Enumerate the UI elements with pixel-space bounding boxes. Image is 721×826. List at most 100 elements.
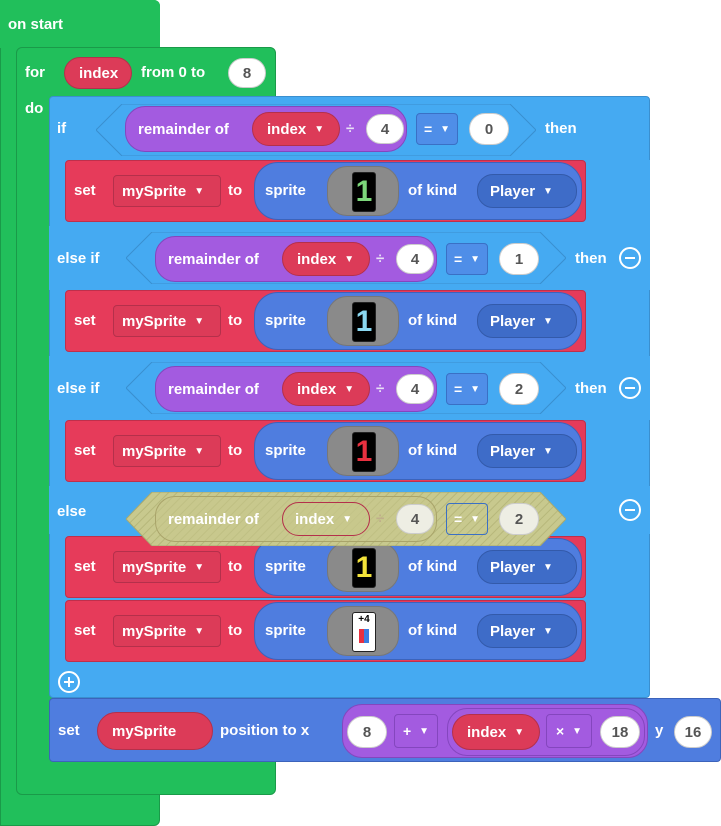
chevron-down-icon: ▼ xyxy=(419,725,430,737)
divide-symbol: ÷ xyxy=(376,380,385,397)
chevron-down-icon: ▼ xyxy=(194,561,205,573)
plus-text: + xyxy=(402,723,412,739)
compare-input-0[interactable]: 0 xyxy=(469,113,509,145)
chevron-down-icon: ▼ xyxy=(543,625,553,637)
else-if-index-1[interactable]: index ▼ xyxy=(282,242,370,276)
sprite-label: sprite xyxy=(265,622,306,639)
chevron-down-icon: ▼ xyxy=(514,726,525,738)
else-index-disabled: index ▼ xyxy=(282,502,370,536)
chevron-down-icon: ▼ xyxy=(194,185,205,197)
kind-text: Player xyxy=(490,558,536,576)
chevron-down-icon: ▼ xyxy=(543,445,553,457)
do-label: do xyxy=(25,100,44,117)
set-label: set xyxy=(74,312,96,329)
else-if-label-1: else if xyxy=(57,250,100,267)
else-if-index-2[interactable]: index ▼ xyxy=(282,372,370,406)
kind-dropdown[interactable]: Player ▼ xyxy=(477,550,577,584)
equals-dropdown[interactable]: = ▼ xyxy=(416,113,458,145)
chevron-down-icon: ▼ xyxy=(543,185,553,197)
uno-card-icon: 1 xyxy=(352,172,376,212)
divide-symbol: ÷ xyxy=(376,250,385,267)
kind-dropdown[interactable]: Player ▼ xyxy=(477,434,577,468)
chevron-down-icon: ▼ xyxy=(572,725,583,737)
position-index-var[interactable]: index ▼ xyxy=(452,714,540,750)
index-text: index xyxy=(297,380,337,398)
if-index-var[interactable]: index ▼ xyxy=(252,112,340,146)
kind-dropdown[interactable]: Player ▼ xyxy=(477,304,577,338)
position-var[interactable]: mySprite xyxy=(97,712,213,750)
sprite-var-dropdown[interactable]: mySprite ▼ xyxy=(113,175,221,207)
index-text: index xyxy=(297,250,337,268)
kind-dropdown[interactable]: Player ▼ xyxy=(477,174,577,208)
sprite-var-dropdown[interactable]: mySprite ▼ xyxy=(113,305,221,337)
x-base-input[interactable]: 8 xyxy=(347,716,387,748)
divisor-input[interactable]: 4 xyxy=(396,374,434,404)
card-label: 1 xyxy=(355,175,373,208)
sprite-var-dropdown[interactable]: mySprite ▼ xyxy=(113,551,221,583)
chevron-down-icon: ▼ xyxy=(194,315,205,327)
for-index-var[interactable]: index xyxy=(64,57,132,89)
uno-card-icon: 1 xyxy=(352,548,376,588)
sprite-var-dropdown[interactable]: mySprite ▼ xyxy=(113,435,221,467)
y-label: y xyxy=(655,722,664,739)
sprite-label: sprite xyxy=(265,182,306,199)
sprite-label: sprite xyxy=(265,312,306,329)
equals-dropdown[interactable]: = ▼ xyxy=(446,373,488,405)
y-input[interactable]: 16 xyxy=(674,716,712,748)
chevron-down-icon: ▼ xyxy=(470,253,481,265)
kind-text: Player xyxy=(490,312,536,330)
remove-branch-icon[interactable] xyxy=(619,247,641,269)
equals-text: = xyxy=(423,121,433,137)
kind-text: Player xyxy=(490,182,536,200)
equals-text: = xyxy=(453,511,463,527)
for-index-text: index xyxy=(79,64,119,82)
chevron-down-icon: ▼ xyxy=(470,383,481,395)
kind-dropdown[interactable]: Player ▼ xyxy=(477,614,577,648)
compare-input-2[interactable]: 2 xyxy=(499,373,539,405)
position-to-label: position to x xyxy=(220,722,310,739)
kind-text: Player xyxy=(490,622,536,640)
equals-dropdown[interactable]: = ▼ xyxy=(446,243,488,275)
compare-input-1[interactable]: 1 xyxy=(499,243,539,275)
position-var-text: mySprite xyxy=(112,722,177,740)
times-dropdown[interactable]: × ▼ xyxy=(546,714,592,748)
uno-card-icon: 1 xyxy=(352,302,376,342)
to-label: to xyxy=(228,558,243,575)
equals-text: = xyxy=(453,381,463,397)
sprite-var-dropdown[interactable]: mySprite ▼ xyxy=(113,615,221,647)
remainder-label: remainder of xyxy=(138,120,229,138)
card-label: 1 xyxy=(355,551,373,584)
to-label: to xyxy=(228,442,243,459)
divisor-input[interactable]: 4 xyxy=(366,114,404,144)
then-label: then xyxy=(575,250,607,267)
of-kind-label: of kind xyxy=(408,312,458,329)
index-text: index xyxy=(295,510,335,528)
of-kind-label: of kind xyxy=(408,622,458,639)
set-label: set xyxy=(74,558,96,575)
chevron-down-icon: ▼ xyxy=(194,445,205,457)
multiplier-input[interactable]: 18 xyxy=(600,716,640,748)
then-label: then xyxy=(545,120,577,137)
of-kind-label: of kind xyxy=(408,182,458,199)
equals-dropdown: = ▼ xyxy=(446,503,488,535)
divide-symbol: ÷ xyxy=(346,120,355,137)
for-to-input[interactable]: 8 xyxy=(228,58,266,88)
sprite-var-text: mySprite xyxy=(122,622,187,640)
remainder-label: remainder of xyxy=(168,510,259,528)
index-text: index xyxy=(467,723,507,741)
remove-branch-icon[interactable] xyxy=(619,499,641,521)
else-label: else xyxy=(57,503,87,520)
plus-dropdown[interactable]: + ▼ xyxy=(394,714,438,748)
to-label: to xyxy=(228,182,243,199)
chevron-down-icon: ▼ xyxy=(344,383,355,395)
index-text: index xyxy=(267,120,307,138)
chevron-down-icon: ▼ xyxy=(344,253,355,265)
chevron-down-icon: ▼ xyxy=(342,513,353,525)
chevron-down-icon: ▼ xyxy=(470,513,481,525)
divisor-input[interactable]: 4 xyxy=(396,244,434,274)
add-branch-icon[interactable] xyxy=(58,671,80,693)
remainder-label: remainder of xyxy=(168,380,259,398)
chevron-down-icon: ▼ xyxy=(314,123,325,135)
remove-branch-icon[interactable] xyxy=(619,377,641,399)
card-label: 1 xyxy=(355,305,373,338)
